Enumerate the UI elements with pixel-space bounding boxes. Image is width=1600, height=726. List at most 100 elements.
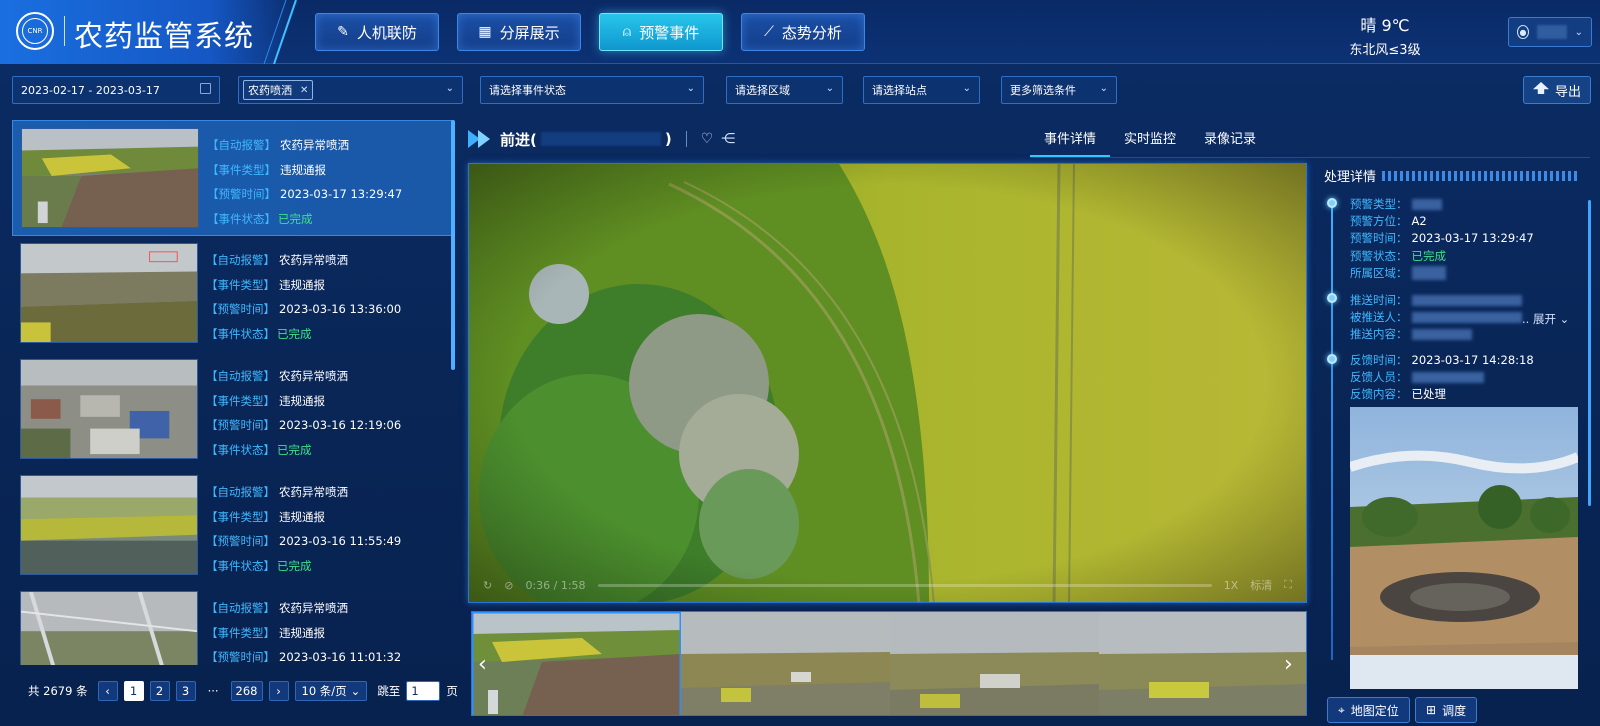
weather-wind: 东北风≤3级 (1349, 43, 1421, 58)
upload-icon (1532, 82, 1549, 94)
play-icon[interactable]: ↻ (483, 579, 492, 592)
pen-icon: ✎ (337, 24, 349, 40)
site-select[interactable]: 请选择站点 ⌄ (863, 76, 980, 104)
selected-tag: 农药喷洒 ✕ (243, 80, 314, 100)
mute-icon[interactable]: ⊘ (504, 579, 513, 592)
speed-control[interactable]: 1X (1224, 579, 1239, 592)
title-suffix: ) (664, 130, 672, 148)
event-item[interactable]: 【自动报警】 农药异常喷洒 【事件类型】 违规通报 【预警时间】 2023-03-16… (12, 352, 453, 468)
prev-page-button[interactable]: ‹ (97, 681, 118, 701)
page-3[interactable]: 3 (175, 681, 196, 701)
list-scrollbar[interactable] (451, 120, 455, 370)
line-chart-icon: ⟋ (764, 24, 774, 40)
close-icon[interactable]: ✕ (300, 85, 308, 96)
page-2[interactable]: 2 (149, 681, 170, 701)
video-progress[interactable] (597, 583, 1212, 587)
event-title: 前进( ) (500, 129, 672, 150)
date-range-value: 2023-02-17 - 2023-03-17 (21, 83, 160, 97)
event-info: 【自动报警】 农药异常喷洒 【事件类型】 违规通报 【预警时间】 2023-03-16… (206, 601, 402, 664)
favorite-icon[interactable]: ♡ (701, 131, 714, 147)
nav-label: 人机联防 (356, 23, 417, 42)
event-status-select[interactable]: 请选择事件状态 ⌄ (480, 76, 704, 104)
emblem-icon: CNR (16, 12, 54, 50)
tab-live-monitor[interactable]: 实时监控 (1110, 127, 1190, 157)
nav-taishifenxi[interactable]: ⟋ 态势分析 (741, 13, 865, 51)
snapshot-thumb[interactable] (890, 612, 1099, 716)
chevron-right-icon[interactable]: › (1284, 652, 1293, 677)
nav-yujingshijian[interactable]: ⍝ 预警事件 (599, 13, 723, 51)
map-locate-button[interactable]: ⌖ 地图定位 (1327, 697, 1410, 723)
push-info: 推送时间： 被推送人： 推送内容： (1350, 292, 1522, 344)
nav-label: 态势分析 (781, 23, 842, 42)
event-type-select[interactable]: 农药喷洒 ✕ ⌄ (238, 76, 463, 104)
video-player[interactable]: ↻ ⊘ 0:36 / 1:58 1X 标清 ⛶ (468, 163, 1307, 603)
aerial-video-frame (469, 164, 1306, 602)
snapshot-thumb[interactable] (1099, 612, 1307, 716)
total-count: 共 2679 条 (28, 684, 88, 698)
feedback-photo[interactable] (1350, 407, 1578, 689)
jump-label: 跳至 (377, 684, 401, 698)
page-ellipsis[interactable]: ··· (208, 684, 219, 698)
dispatch-button[interactable]: ⊞ 调度 (1415, 697, 1478, 723)
snapshot-thumb[interactable] (472, 612, 681, 716)
event-thumbnail (20, 359, 198, 459)
event-item[interactable]: 【自动报警】 农药异常喷洒 【事件类型】 违规通报 【预警时间】 2023-03-16… (12, 236, 453, 352)
area-select[interactable]: 请选择区域 ⌄ (726, 76, 843, 104)
page-size-value: 10 条/页 (301, 684, 347, 698)
emblem-inner: CNR (22, 18, 48, 44)
tag-label: 农药喷洒 (248, 84, 292, 97)
nav-renjilianfang[interactable]: ✎ 人机联防 (315, 13, 439, 51)
timeline-dot (1327, 354, 1337, 364)
page-size-select[interactable]: 10 条/页 ⌄ (294, 681, 368, 701)
logo-divider (64, 16, 65, 46)
snapshot-thumb[interactable] (681, 612, 890, 716)
chevron-down-icon: ⌄ (962, 83, 971, 94)
logo-stripes-decoration (263, 0, 297, 64)
chevron-down-icon: ⌄ (445, 83, 454, 94)
date-range-picker[interactable]: 2023-02-17 - 2023-03-17 (12, 76, 220, 104)
app-root: CNR 农药监管系统 ✎ 人机联防 ▦ 分屏展示 ⍝ 预警事件 ⟋ 态势分析 晴… (0, 0, 1600, 726)
user-menu[interactable]: ● ⌄ (1508, 17, 1592, 47)
map-locate-label: 地图定位 (1350, 703, 1399, 718)
jump-page-input[interactable]: 1 (406, 681, 441, 701)
redacted-value (1411, 266, 1446, 281)
chevron-left-icon[interactable]: ‹ (478, 652, 487, 677)
page-last[interactable]: 268 (230, 681, 263, 701)
event-item[interactable]: 【自动报警】 农药异常喷洒 【事件类型】 违规通报 【预警时间】 2023-03-17… (12, 120, 453, 236)
nav-fenpingzhanshi[interactable]: ▦ 分屏展示 (457, 13, 581, 51)
event-title-bar: 前进( ) ♡ ⋲ (468, 125, 735, 153)
app-title: 农药监管系统 (74, 19, 255, 53)
event-list: 【自动报警】 农药异常喷洒 【事件类型】 违规通报 【预警时间】 2023-03-17… (12, 120, 453, 665)
quality-control[interactable]: 标清 (1250, 577, 1272, 593)
tab-recordings[interactable]: 录像记录 (1190, 127, 1270, 157)
timeline-line (1331, 200, 1333, 660)
redacted-value (1411, 312, 1522, 324)
event-thumbnail (20, 591, 198, 665)
title-redacted (540, 132, 661, 146)
page-1[interactable]: 1 (123, 681, 144, 701)
chevron-down-icon: ⌄ (825, 83, 834, 94)
double-arrow-icon (468, 130, 490, 148)
next-page-button[interactable]: › (268, 681, 289, 701)
event-item[interactable]: 【自动报警】 农药异常喷洒 【事件类型】 违规通报 【预警时间】 2023-03-16… (12, 468, 453, 584)
status-placeholder: 请选择事件状态 (489, 84, 566, 97)
tabs-underline (1030, 157, 1590, 158)
event-item[interactable]: 【自动报警】 农药异常喷洒 【事件类型】 违规通报 【预警时间】 2023-03-16… (12, 584, 453, 665)
tab-event-detail[interactable]: 事件详情 (1030, 127, 1111, 157)
heading-decoration (1382, 170, 1579, 181)
event-thumbnail (20, 475, 198, 575)
page-unit: 页 (446, 684, 458, 698)
snapshot-strip: ‹ › (471, 611, 1307, 716)
redacted-value (1411, 199, 1442, 210)
detail-heading: 处理详情 (1324, 166, 1579, 185)
alert-info: 预警类型： 预警方位： A2 预警时间： 2023-03-17 13:29:47 预… (1350, 197, 1534, 281)
fullscreen-icon[interactable]: ⛶ (1284, 578, 1292, 592)
chevron-down-icon: ⌄ (350, 684, 361, 698)
detail-scrollbar[interactable] (1588, 200, 1591, 506)
export-button[interactable]: 导出 (1523, 76, 1591, 104)
redacted-value (1411, 295, 1522, 306)
share-icon[interactable]: ⋲ (721, 131, 735, 147)
more-filters-select[interactable]: 更多筛选条件 ⌄ (1001, 76, 1117, 104)
event-info: 【自动报警】 农药异常喷洒 【事件类型】 违规通报 【预警时间】 2023-03-17… (207, 138, 403, 226)
expand-link[interactable]: .. 展开 ⌄ (1522, 311, 1569, 327)
